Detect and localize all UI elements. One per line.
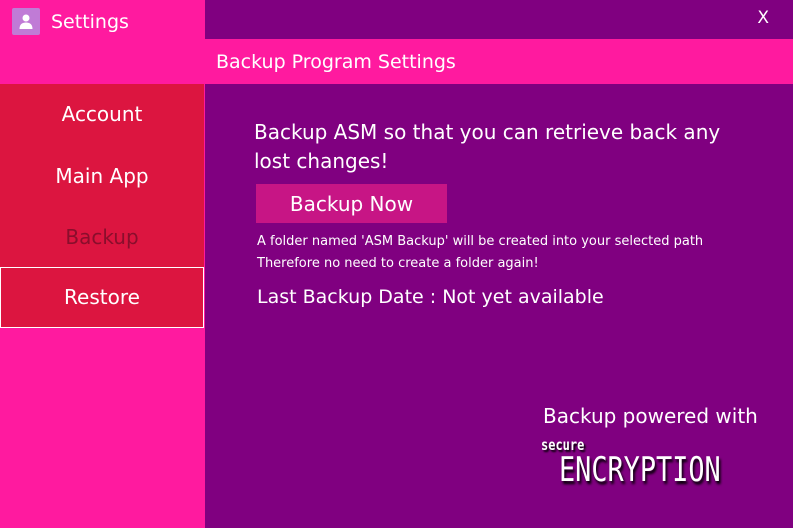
sidebar-item-backup[interactable]: Backup xyxy=(0,207,204,268)
sidebar-item-account[interactable]: Account xyxy=(0,84,204,145)
folder-note-secondary: Therefore no need to create a folder aga… xyxy=(257,256,539,271)
user-icon xyxy=(12,8,40,35)
folder-note: A folder named 'ASM Backup' will be crea… xyxy=(257,234,704,249)
last-backup-date: Last Backup Date : Not yet available xyxy=(257,286,604,308)
app-header: Settings xyxy=(0,0,205,45)
main-panel: X Backup Program Settings Backup ASM so … xyxy=(205,0,793,528)
close-button[interactable]: X xyxy=(757,8,769,28)
app-title: Settings xyxy=(51,11,129,33)
backup-now-button[interactable]: Backup Now xyxy=(256,184,447,223)
intro-text: Backup ASM so that you can retrieve back… xyxy=(254,120,721,173)
encryption-logo: secure ENCRYPTION xyxy=(539,436,749,492)
sidebar-item-main-app[interactable]: Main App xyxy=(0,146,204,207)
sidebar-item-restore[interactable]: Restore xyxy=(0,267,204,328)
sidebar-nav: Account Main App Backup Restore xyxy=(0,84,204,328)
sidebar: Settings Account Main App Backup Restore xyxy=(0,0,205,528)
page-title: Backup Program Settings xyxy=(216,51,456,73)
powered-by-text: Backup powered with xyxy=(543,404,758,428)
brand-big-text: ENCRYPTION xyxy=(559,450,721,490)
page-title-bar: Backup Program Settings xyxy=(205,39,793,84)
